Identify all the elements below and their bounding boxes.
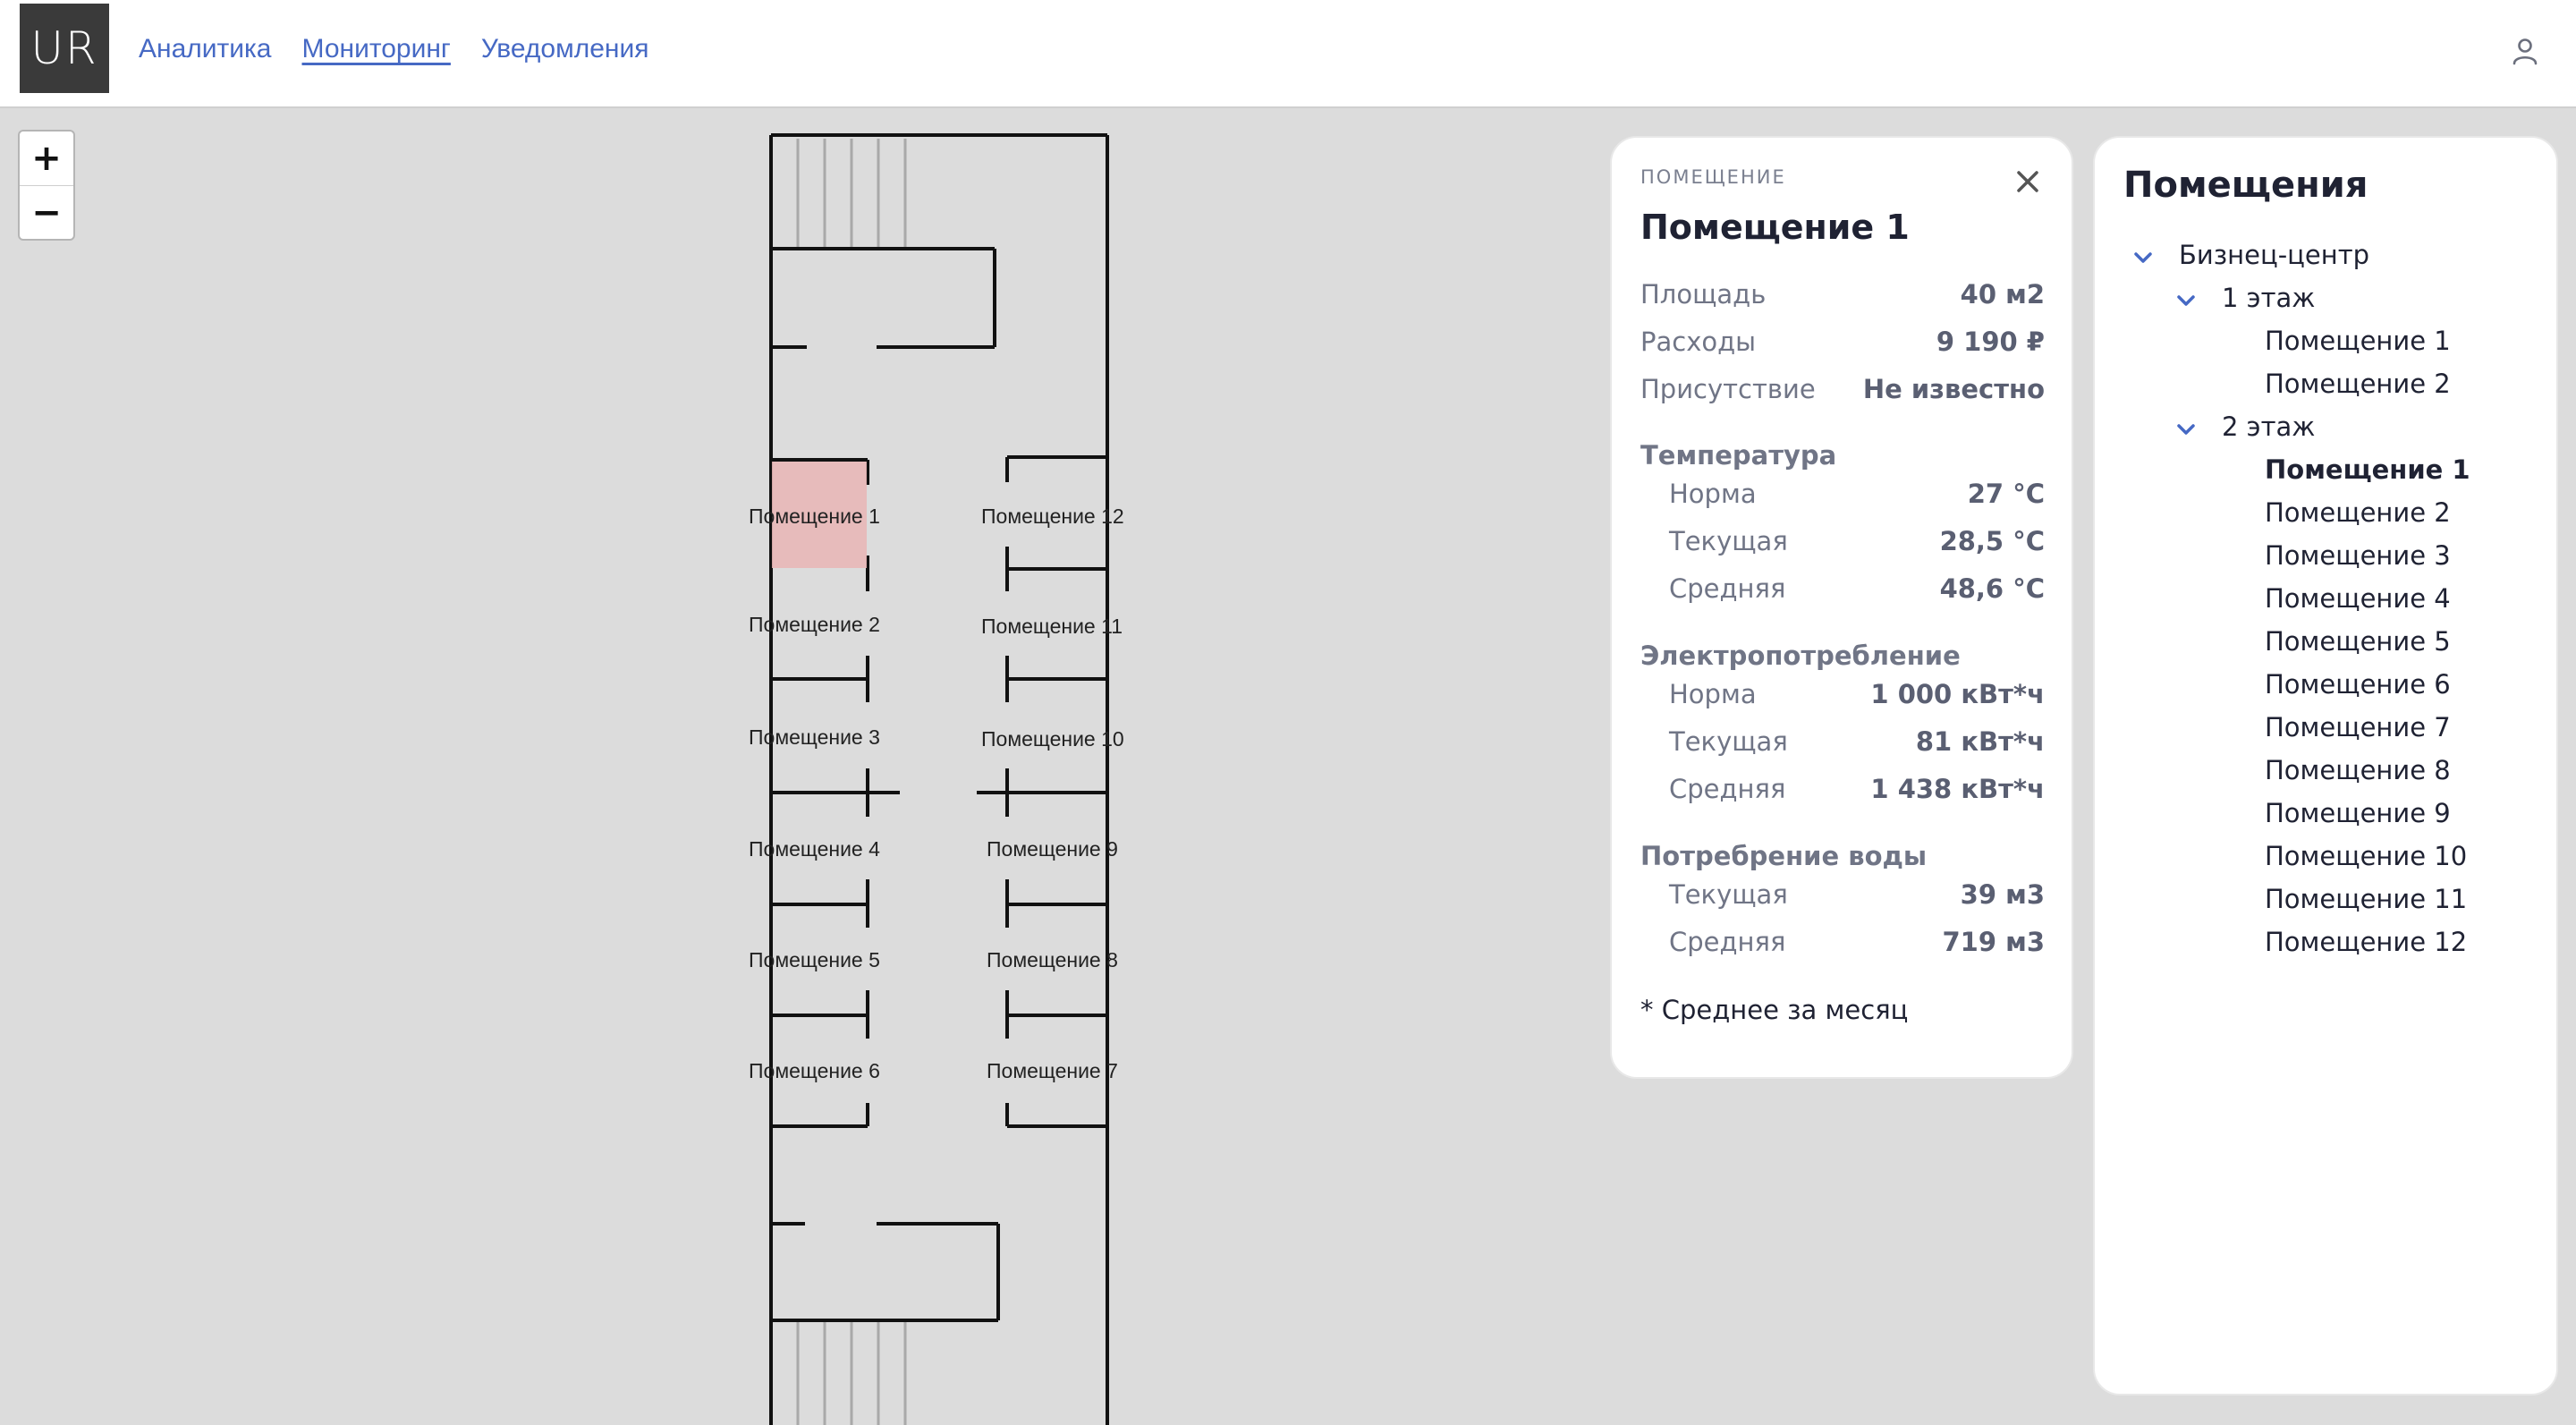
row-label: Текущая — [1669, 726, 1788, 757]
tree-node-building[interactable]: Бизнец-центр — [2179, 240, 2369, 270]
chevron-down-icon[interactable] — [2132, 250, 2154, 265]
area-row: Площадь 40 м2 — [1640, 279, 2045, 310]
chevron-down-icon[interactable] — [2175, 293, 2197, 308]
room-label-8[interactable]: Помещение 8 — [987, 948, 1118, 971]
tree-node-floor2-room-6[interactable]: Помещение 6 — [2265, 669, 2451, 700]
main-nav: Аналитика Мониторинг Уведомления — [139, 34, 648, 64]
row-value: 27 °C — [1967, 479, 2045, 509]
row-label: Присутствие — [1640, 374, 1816, 404]
chevron-down-icon[interactable] — [2175, 422, 2197, 437]
row-value: 1 438 кВт*ч — [1870, 774, 2045, 804]
user-icon[interactable] — [2510, 36, 2540, 66]
tree-node-floor-2[interactable]: 2 этаж — [2222, 411, 2315, 442]
tree-node-floor2-room-5[interactable]: Помещение 5 — [2265, 626, 2451, 657]
room-label-4[interactable]: Помещение 4 — [749, 837, 880, 861]
panel-title: Помещение 1 — [1640, 208, 1910, 247]
temperature-section-title: Температура — [1640, 440, 1837, 471]
tree-node-floor2-room-9[interactable]: Помещение 9 — [2265, 798, 2451, 828]
tree-node-floor-1[interactable]: 1 этаж — [2222, 283, 2315, 313]
water-average-row: Средняя 719 м3 — [1669, 927, 2045, 957]
room-detail-panel: ПОМЕЩЕНИЕ Помещение 1 Площадь 40 м2 Расх… — [1610, 136, 2073, 1079]
tree-node-floor2-room-1[interactable]: Помещение 1 — [2265, 454, 2470, 485]
nav-notifications[interactable]: Уведомления — [481, 34, 649, 64]
tree-node-floor2-room-3[interactable]: Помещение 3 — [2265, 540, 2451, 571]
row-label: Расходы — [1640, 327, 1757, 357]
temperature-average-row: Средняя 48,6 °C — [1669, 573, 2045, 604]
temperature-current-row: Текущая 28,5 °C — [1669, 526, 2045, 556]
row-value: 9 190 ₽ — [1936, 327, 2045, 357]
row-value: 48,6 °C — [1939, 573, 2045, 604]
power-norm-row: Норма 1 000 кВт*ч — [1669, 679, 2045, 709]
row-value: 39 м3 — [1960, 879, 2045, 910]
row-label: Средняя — [1669, 774, 1786, 804]
close-icon[interactable] — [2014, 168, 2041, 195]
rooms-tree-panel: Помещения Бизнец-центр 1 этаж Помещение … — [2093, 136, 2558, 1395]
row-label: Норма — [1669, 479, 1757, 509]
tree-node-floor2-room-11[interactable]: Помещение 11 — [2265, 884, 2467, 914]
room-label-6[interactable]: Помещение 6 — [749, 1059, 880, 1082]
cost-row: Расходы 9 190 ₽ — [1640, 327, 2045, 357]
row-label: Площадь — [1640, 279, 1767, 310]
top-bar: UR Аналитика Мониторинг Уведомления — [0, 0, 2576, 108]
room-label-9[interactable]: Помещение 9 — [987, 837, 1118, 861]
panel-kicker: ПОМЕЩЕНИЕ — [1640, 166, 1786, 188]
floor-plan: Помещение 1 Помещение 2 Помещение 3 Поме… — [749, 133, 1124, 1425]
tree-node-floor2-room-4[interactable]: Помещение 4 — [2265, 583, 2451, 614]
room-label-1[interactable]: Помещение 1 — [749, 505, 880, 528]
power-current-row: Текущая 81 кВт*ч — [1669, 726, 2045, 757]
row-label: Текущая — [1669, 879, 1788, 910]
tree-node-floor2-room-10[interactable]: Помещение 10 — [2265, 841, 2467, 871]
row-value: 28,5 °C — [1939, 526, 2045, 556]
room-label-7[interactable]: Помещение 7 — [987, 1059, 1118, 1082]
row-value: 81 кВт*ч — [1915, 726, 2045, 757]
room-label-2[interactable]: Помещение 2 — [749, 613, 880, 636]
row-value: 1 000 кВт*ч — [1870, 679, 2045, 709]
row-value: 40 м2 — [1960, 279, 2045, 310]
room-label-12[interactable]: Помещение 12 — [981, 505, 1124, 528]
nav-monitoring[interactable]: Мониторинг — [302, 34, 451, 64]
row-label: Средняя — [1669, 927, 1786, 957]
room-label-10[interactable]: Помещение 10 — [981, 727, 1124, 751]
room-label-11[interactable]: Помещение 11 — [981, 615, 1123, 638]
room-label-3[interactable]: Помещение 3 — [749, 725, 880, 749]
tree-node-floor2-room-8[interactable]: Помещение 8 — [2265, 755, 2451, 785]
nav-analytics[interactable]: Аналитика — [139, 34, 272, 64]
water-section-title: Потребрение воды — [1640, 841, 1928, 871]
power-section-title: Электропотребление — [1640, 640, 1961, 671]
tree-node-floor2-room-7[interactable]: Помещение 7 — [2265, 712, 2451, 742]
row-label: Средняя — [1669, 573, 1786, 604]
presence-row: Присутствие Не известно — [1640, 374, 2045, 404]
row-label: Норма — [1669, 679, 1757, 709]
footnote: * Среднее за месяц — [1640, 995, 1909, 1025]
room-label-5[interactable]: Помещение 5 — [749, 948, 880, 971]
tree-title: Помещения — [2123, 165, 2368, 206]
power-average-row: Средняя 1 438 кВт*ч — [1669, 774, 2045, 804]
row-label: Текущая — [1669, 526, 1788, 556]
tree-node-floor1-room-1[interactable]: Помещение 1 — [2265, 326, 2451, 356]
tree-node-floor1-room-2[interactable]: Помещение 2 — [2265, 369, 2451, 399]
row-value: Не известно — [1862, 374, 2045, 404]
water-current-row: Текущая 39 м3 — [1669, 879, 2045, 910]
row-value: 719 м3 — [1942, 927, 2045, 957]
temperature-norm-row: Норма 27 °C — [1669, 479, 2045, 509]
tree-node-floor2-room-12[interactable]: Помещение 12 — [2265, 927, 2467, 957]
logo[interactable]: UR — [20, 4, 109, 93]
tree-node-floor2-room-2[interactable]: Помещение 2 — [2265, 497, 2451, 528]
